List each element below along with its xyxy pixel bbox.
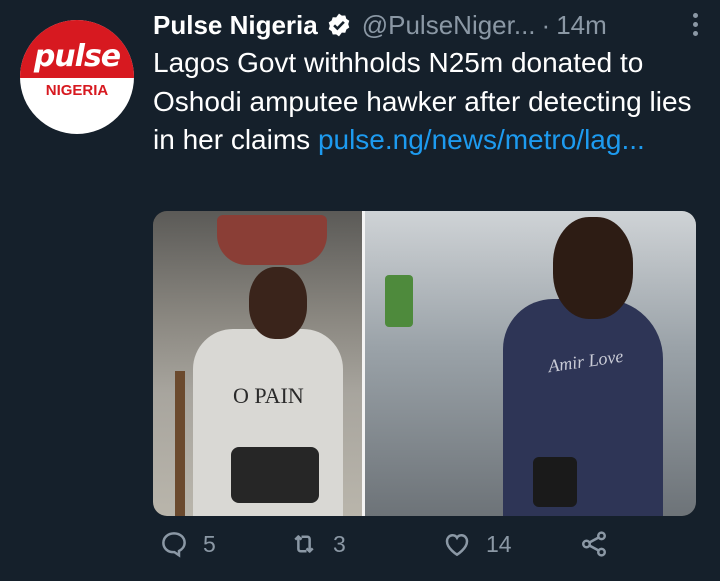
like-button[interactable]: 14 [442,524,512,564]
crutch-shape [175,371,185,516]
basin-shape [217,215,327,265]
retweet-count: 3 [333,530,346,557]
reply-icon [162,532,186,558]
shirt-text-left: O PAIN [233,383,304,408]
logo-subtitle: NIGERIA [45,82,109,99]
person-left-head [249,267,307,339]
share-icon [582,531,606,557]
reply-button[interactable]: 5 [159,524,216,564]
display-name[interactable]: Pulse Nigeria [153,10,318,41]
pulse-logo: pulse [20,20,134,78]
verified-badge-icon [328,13,350,37]
tweet-link[interactable]: pulse.ng/news/metro/lag... [318,124,645,155]
tweet-header: Pulse Nigeria @PulseNiger... · 14m [153,8,700,42]
reply-count: 5 [203,530,216,557]
tweet-actions: 5 3 14 [153,524,623,564]
retweet-icon [294,535,314,553]
timestamp[interactable]: 14m [556,10,607,41]
more-options-icon[interactable] [690,10,700,40]
separator: · [541,9,551,40]
bag-right [533,457,577,507]
retweet-button[interactable]: 3 [289,524,346,564]
jerrycan-shape [385,275,413,327]
like-icon [445,533,469,557]
like-count: 14 [486,530,512,557]
person-right-head [553,217,633,319]
avatar[interactable]: pulse NIGERIA [20,20,134,134]
share-button[interactable] [579,524,609,564]
tweet-text: Lagos Govt withholds N25m donated to Osh… [153,44,693,160]
handle[interactable]: @PulseNiger... [362,10,536,41]
logo-word: pulse [33,39,121,74]
tweet-media[interactable]: O PAIN Amir Love [153,211,696,516]
bag-left [231,447,319,503]
person-right-body [503,299,663,516]
